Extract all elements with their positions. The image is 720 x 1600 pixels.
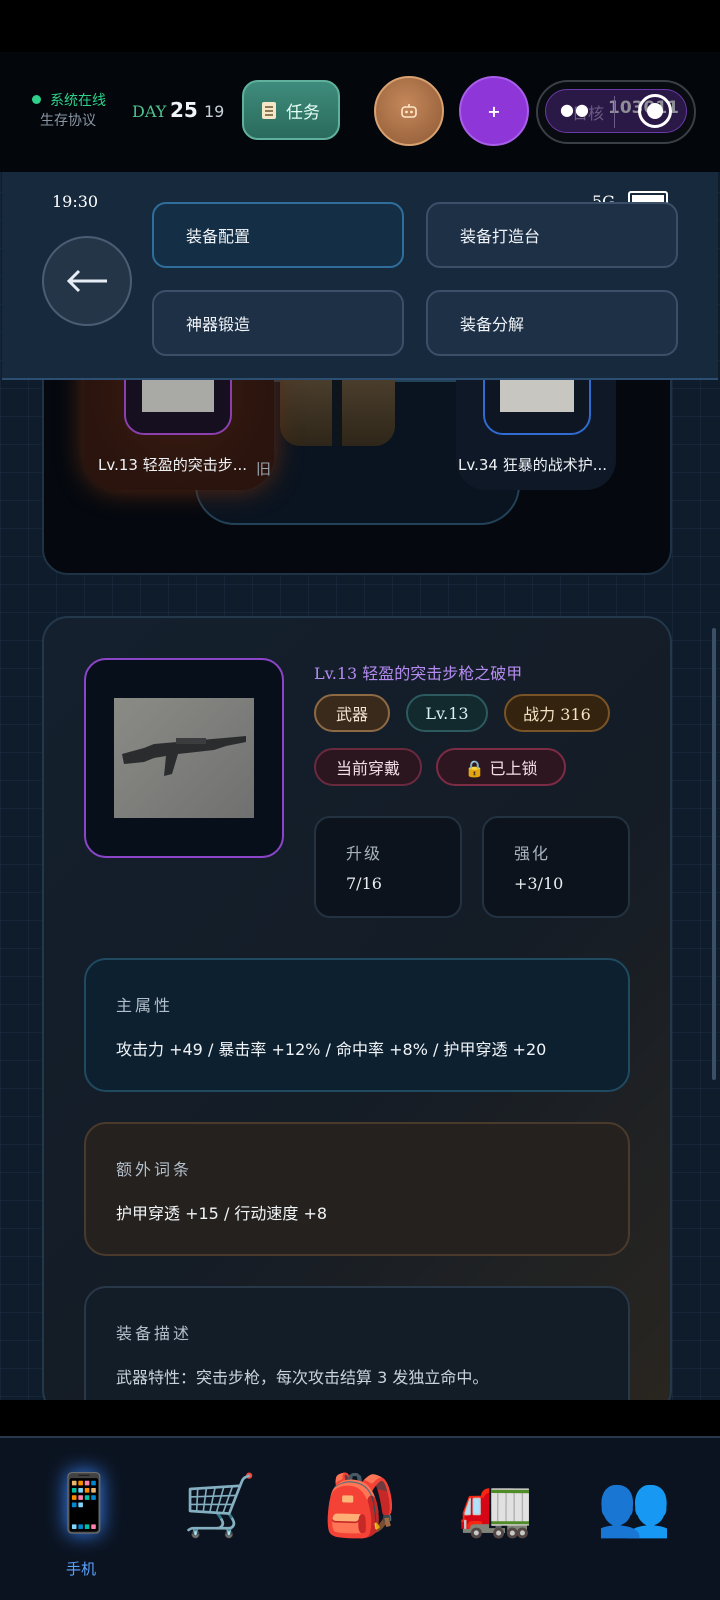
top-black-bar (0, 0, 720, 52)
menu-equipment-dismantle[interactable]: 装备分解 (426, 290, 678, 356)
tag-level: Lv.13 (406, 694, 488, 732)
bottom-black-bar (0, 1400, 720, 1438)
clipboard-icon (262, 101, 276, 119)
extra-attribute-title: 额外词条 (116, 1160, 193, 1179)
tag-type: 武器 (314, 694, 390, 732)
character-image (280, 380, 395, 446)
menu-equipment-forge[interactable]: 装备打造台 (426, 202, 678, 268)
robot-button[interactable] (374, 76, 444, 146)
nav-shop[interactable]: 🛒 (180, 1474, 260, 1564)
description-text: 武器特性：突击步枪，每次攻击结算 3 发独立命中。 (116, 1368, 489, 1387)
extra-attribute-text: 护甲穿透 +15 / 行动速度 +8 (116, 1204, 328, 1223)
tag-power: 战力 316 (504, 694, 610, 732)
main-attribute-box (84, 958, 630, 1092)
robot-icon (401, 104, 417, 118)
day-hour: 19 (204, 102, 225, 121)
status-time: 19:30 (52, 192, 99, 211)
tag-locked[interactable]: 🔒 已上锁 (436, 748, 566, 786)
enhance-label: 强化 (514, 844, 551, 863)
arrow-left-icon (66, 269, 107, 293)
rifle-image (114, 698, 254, 818)
upgrade-box (314, 816, 462, 918)
upgrade-label: 升级 (346, 844, 383, 863)
nav-phone[interactable]: 📱 (44, 1474, 124, 1564)
plus-button[interactable]: + (459, 76, 529, 146)
plus-icon: + (487, 101, 501, 121)
main-attribute-title: 主属性 (116, 996, 174, 1015)
task-label: 任务 (286, 102, 320, 123)
nav-team[interactable]: 👥 (594, 1474, 674, 1564)
toggle-dots-icon: ●● (560, 100, 590, 119)
middle-slot-label: 旧 (256, 460, 272, 478)
main-attribute-text: 攻击力 +49 / 暴击率 +12% / 命中率 +8% / 护甲穿透 +20 (116, 1040, 547, 1059)
description-title: 装备描述 (116, 1324, 193, 1343)
weapon-slot-label: Lv.13 轻盈的突击步... (98, 456, 247, 474)
tag-equipped: 当前穿戴 (314, 748, 422, 786)
armor-slot-label: Lv.34 狂暴的战术护... (458, 456, 607, 474)
item-title: Lv.13 轻盈的突击步枪之破甲 (314, 664, 523, 683)
cart-icon: 🛒 (182, 1471, 258, 1541)
phone-icon: 📱 (49, 1471, 119, 1536)
truck-icon: 🚛 (458, 1471, 534, 1541)
protocol-label: 生存协议 (40, 113, 96, 129)
day-number: 25 (170, 98, 198, 122)
people-icon: 👥 (596, 1471, 672, 1541)
enhance-value: +3/10 (514, 874, 564, 893)
scrollbar[interactable] (712, 628, 716, 1080)
backpack-icon: 🎒 (322, 1471, 398, 1541)
online-dot-icon (32, 95, 41, 104)
nav-backpack[interactable]: 🎒 (320, 1474, 400, 1564)
nav-phone-label: 手机 (66, 1560, 97, 1578)
menu-equipment-config[interactable]: 装备配置 (152, 202, 404, 268)
rifle-icon (122, 736, 246, 776)
system-status: 系统在线 (50, 93, 106, 109)
menu-artifact-forge[interactable]: 神器锻造 (152, 290, 404, 356)
extra-attribute-box (84, 1122, 630, 1256)
task-button[interactable]: 任务 (242, 80, 340, 140)
upgrade-value: 7/16 (346, 874, 382, 893)
nav-transport[interactable]: 🚛 (456, 1474, 536, 1564)
enhance-box (482, 816, 630, 918)
day-label: DAY (132, 102, 167, 121)
record-icon (638, 94, 672, 128)
back-button[interactable] (42, 236, 132, 326)
toggle-divider (614, 96, 615, 128)
